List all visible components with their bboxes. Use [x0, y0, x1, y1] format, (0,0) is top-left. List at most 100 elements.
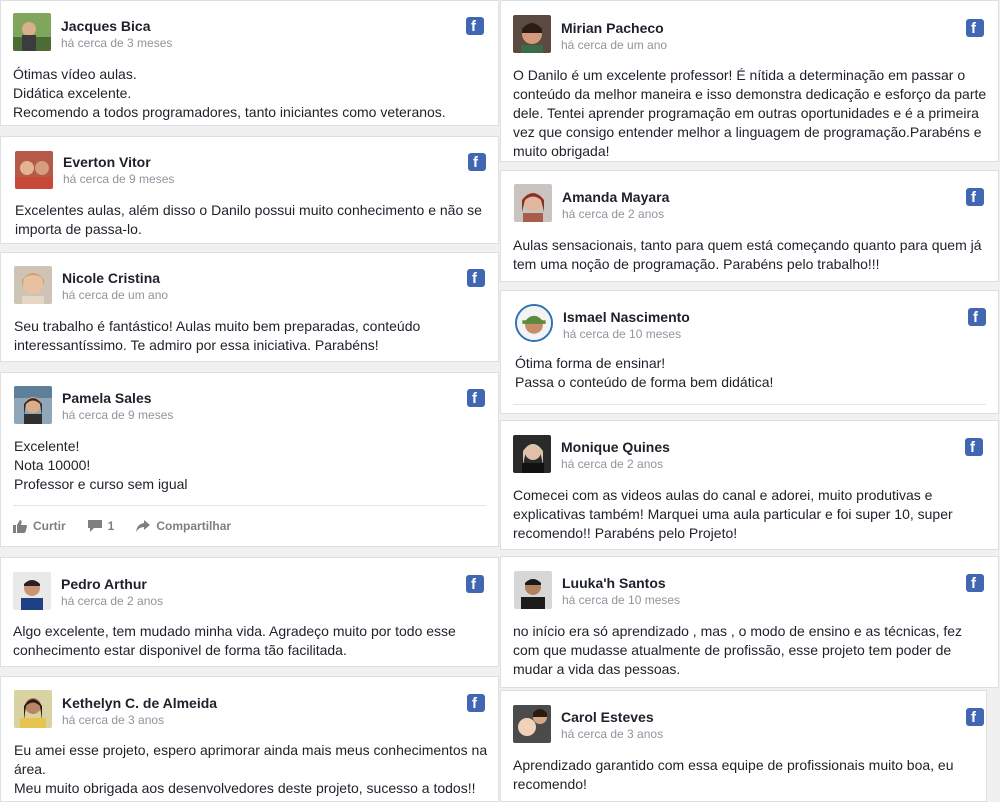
- review-time[interactable]: há cerca de 3 anos: [62, 713, 164, 727]
- avatar[interactable]: [514, 571, 552, 609]
- review-text: Aprendizado garantido com essa equipe de…: [513, 756, 954, 794]
- review-card: Everton Vitor há cerca de 9 meses Excele…: [0, 136, 499, 244]
- review-line: Meu muito obrigada aos desenvolvedores d…: [14, 780, 476, 796]
- reviewer-name[interactable]: Monique Quines: [561, 439, 670, 455]
- review-time[interactable]: há cerca de 10 meses: [563, 327, 681, 341]
- review-text: Algo excelente, tem mudado minha vida. A…: [13, 622, 456, 660]
- avatar[interactable]: [13, 572, 51, 610]
- facebook-icon[interactable]: [467, 694, 485, 712]
- review-line: importa de passa-lo.: [15, 221, 142, 237]
- facebook-icon[interactable]: [965, 438, 983, 456]
- avatar[interactable]: [513, 15, 551, 53]
- review-card: Jacques Bica há cerca de 3 meses Ótimas …: [0, 0, 499, 126]
- facebook-icon[interactable]: [468, 153, 486, 171]
- review-text: no início era só aprendizado , mas , o m…: [513, 622, 962, 679]
- review-time[interactable]: há cerca de 10 meses: [562, 593, 680, 607]
- facebook-icon[interactable]: [466, 575, 484, 593]
- review-line: Aulas sensacionais, tanto para quem está…: [513, 237, 982, 253]
- comments-button[interactable]: 1: [87, 519, 115, 533]
- review-time[interactable]: há cerca de 9 meses: [62, 408, 173, 422]
- divider: [513, 404, 986, 405]
- facebook-icon[interactable]: [467, 389, 485, 407]
- avatar[interactable]: [513, 705, 551, 743]
- avatar[interactable]: [15, 151, 53, 189]
- review-time[interactable]: há cerca de 2 anos: [562, 207, 664, 221]
- review-card: Mirian Pacheco há cerca de um ano O Dani…: [500, 0, 999, 162]
- avatar[interactable]: [515, 304, 553, 342]
- avatar[interactable]: [514, 184, 552, 222]
- review-text: Excelente! Nota 10000! Professor e curso…: [14, 437, 188, 494]
- reviewer-name[interactable]: Everton Vitor: [63, 154, 151, 170]
- review-line: Professor e curso sem igual: [14, 476, 188, 492]
- facebook-icon[interactable]: [966, 708, 984, 726]
- review-time[interactable]: há cerca de 3 anos: [561, 727, 663, 741]
- facebook-icon[interactable]: [966, 574, 984, 592]
- reviewer-name[interactable]: Pamela Sales: [62, 390, 152, 406]
- review-line: recomendo!! Parabéns pelo Projeto!: [513, 525, 738, 541]
- review-line: Eu amei esse projeto, espero aprimorar a…: [14, 742, 488, 758]
- avatar[interactable]: [14, 690, 52, 728]
- review-line: Ótima forma de ensinar!: [515, 355, 666, 371]
- review-card: Kethelyn C. de Almeida há cerca de 3 ano…: [0, 676, 499, 802]
- avatar[interactable]: [513, 435, 551, 473]
- review-card: Luuka'h Santos há cerca de 10 meses no i…: [500, 556, 999, 688]
- review-text: O Danilo é um excelente professor! É nít…: [513, 66, 986, 161]
- avatar[interactable]: [13, 13, 51, 51]
- share-button[interactable]: Compartilhar: [136, 519, 231, 533]
- review-line: Aprendizado garantido com essa equipe de…: [513, 757, 954, 773]
- review-card: Pamela Sales há cerca de 9 meses Excelen…: [0, 372, 499, 547]
- review-line: interessantíssimo. Te admiro por essa in…: [14, 337, 379, 353]
- review-card: Ismael Nascimento há cerca de 10 meses Ó…: [500, 290, 999, 414]
- reviewer-name[interactable]: Luuka'h Santos: [562, 575, 666, 591]
- reviewer-name[interactable]: Nicole Cristina: [62, 270, 160, 286]
- review-card: Nicole Cristina há cerca de um ano Seu t…: [0, 252, 499, 362]
- review-time[interactable]: há cerca de 9 meses: [63, 172, 174, 186]
- reviewer-name[interactable]: Kethelyn C. de Almeida: [62, 695, 217, 711]
- share-arrow-icon: [136, 520, 151, 532]
- facebook-icon[interactable]: [966, 19, 984, 37]
- review-line: conhecimento estar disponivel de forma t…: [13, 642, 347, 658]
- review-time[interactable]: há cerca de um ano: [561, 38, 667, 52]
- facebook-icon[interactable]: [467, 269, 485, 287]
- reviewer-name[interactable]: Pedro Arthur: [61, 576, 147, 592]
- review-time[interactable]: há cerca de um ano: [62, 288, 168, 302]
- review-line: conteúdo da melhor maneira e isso demons…: [513, 86, 987, 102]
- review-line: Ótimas vídeo aulas.: [13, 66, 137, 82]
- review-time[interactable]: há cerca de 2 anos: [61, 594, 163, 608]
- facebook-icon[interactable]: [968, 308, 986, 326]
- review-line: Excelente!: [14, 438, 80, 454]
- comment-icon: [87, 520, 102, 532]
- review-line: Algo excelente, tem mudado minha vida. A…: [13, 623, 456, 639]
- review-line: Passa o conteúdo de forma bem didática!: [515, 374, 774, 390]
- review-line: Didática excelente.: [13, 85, 132, 101]
- review-line: no início era só aprendizado , mas , o m…: [513, 623, 963, 639]
- review-line: explicativas também! Marquei uma aula pa…: [513, 506, 953, 522]
- review-line: tem uma noção de programação. Parabéns p…: [513, 256, 880, 272]
- review-line: Excelentes aulas, além disso o Danilo po…: [15, 202, 482, 218]
- comment-count: 1: [107, 519, 115, 533]
- reviewer-name[interactable]: Mirian Pacheco: [561, 20, 664, 36]
- reviewer-name[interactable]: Amanda Mayara: [562, 189, 669, 205]
- reviewer-name[interactable]: Carol Esteves: [561, 709, 654, 725]
- facebook-icon[interactable]: [466, 17, 484, 35]
- reviewer-name[interactable]: Jacques Bica: [61, 18, 151, 34]
- review-card: Monique Quines há cerca de 2 anos Comece…: [500, 420, 999, 550]
- avatar[interactable]: [14, 386, 52, 424]
- review-line: O Danilo é um excelente professor! É nít…: [513, 67, 966, 83]
- review-line: recomendo!: [513, 776, 587, 792]
- review-line: Nota 10000!: [14, 457, 91, 473]
- avatar[interactable]: [14, 266, 52, 304]
- review-text: Ótima forma de ensinar! Passa o conteúdo…: [515, 354, 773, 392]
- share-label: Compartilhar: [156, 519, 232, 533]
- like-button[interactable]: Curtir: [13, 519, 66, 533]
- reviewer-name[interactable]: Ismael Nascimento: [563, 309, 690, 325]
- review-line: Seu trabalho é fantástico! Aulas muito b…: [14, 318, 421, 334]
- review-line: área.: [14, 761, 46, 777]
- facebook-icon[interactable]: [966, 188, 984, 206]
- review-time[interactable]: há cerca de 3 meses: [61, 36, 172, 50]
- review-line: vez que consigo entender melhor a lingua…: [513, 124, 982, 140]
- review-line: mudar a vida das pessoas.: [513, 661, 681, 677]
- post-actions: Curtir 1 Compartilhar: [13, 505, 486, 546]
- like-label: Curtir: [33, 519, 66, 533]
- review-time[interactable]: há cerca de 2 anos: [561, 457, 663, 471]
